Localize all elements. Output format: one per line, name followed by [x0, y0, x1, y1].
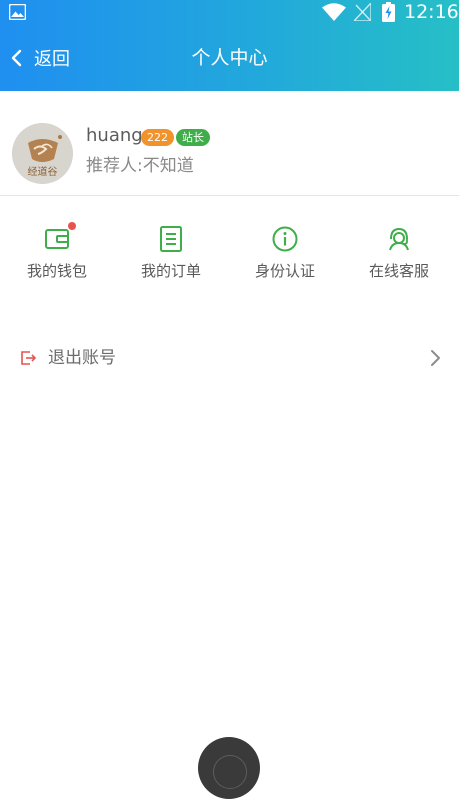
chevron-right-icon: [431, 350, 440, 366]
customer-service-icon: [389, 227, 409, 251]
status-time: 12:16: [404, 1, 459, 23]
avatar[interactable]: 经道谷: [12, 123, 73, 184]
logout-icon: [21, 351, 36, 365]
logo-icon: 经道谷: [12, 123, 73, 184]
menu-item-label: 在线客服: [368, 262, 429, 280]
logout-row[interactable]: 退出账号: [0, 335, 459, 381]
image-notification-icon: [9, 4, 26, 20]
app-header: 12:16 个人中心 返回: [0, 0, 459, 91]
role-badge: 站长: [176, 129, 210, 146]
menu-item-label: 我的钱包: [26, 262, 87, 280]
back-button[interactable]: 返回: [10, 44, 70, 72]
referrer-text: 推荐人:不知道: [86, 156, 194, 176]
profile-card: 经道谷 huang 222 站长 推荐人:不知道: [0, 91, 459, 196]
chevron-left-icon: [11, 49, 22, 67]
wifi-icon: [322, 3, 346, 21]
notification-dot: [68, 222, 76, 230]
menu-item-support[interactable]: 在线客服: [342, 221, 456, 291]
info-circle-icon: [272, 226, 298, 252]
battery-charging-icon: [382, 2, 395, 22]
order-list-icon: [160, 226, 182, 252]
floating-button-ring: [213, 755, 247, 789]
menu-item-label: 身份认证: [254, 262, 315, 280]
menu-item-label: 我的订单: [140, 262, 201, 280]
back-label: 返回: [34, 49, 70, 70]
menu-item-wallet[interactable]: 我的钱包: [0, 221, 114, 291]
floating-home-button[interactable]: [198, 737, 260, 799]
level-badge: 222: [141, 129, 174, 146]
no-signal-icon: [354, 3, 371, 21]
wallet-icon: [45, 229, 69, 249]
status-bar: 12:16: [0, 0, 459, 25]
avatar-logo-text: 经道谷: [28, 165, 58, 178]
function-grid: 我的钱包 我的订单 身份认证 在线客服: [0, 221, 459, 291]
menu-item-orders[interactable]: 我的订单: [114, 221, 228, 291]
menu-item-identity[interactable]: 身份认证: [228, 221, 342, 291]
username: huang: [86, 125, 143, 146]
logout-label: 退出账号: [48, 348, 116, 368]
